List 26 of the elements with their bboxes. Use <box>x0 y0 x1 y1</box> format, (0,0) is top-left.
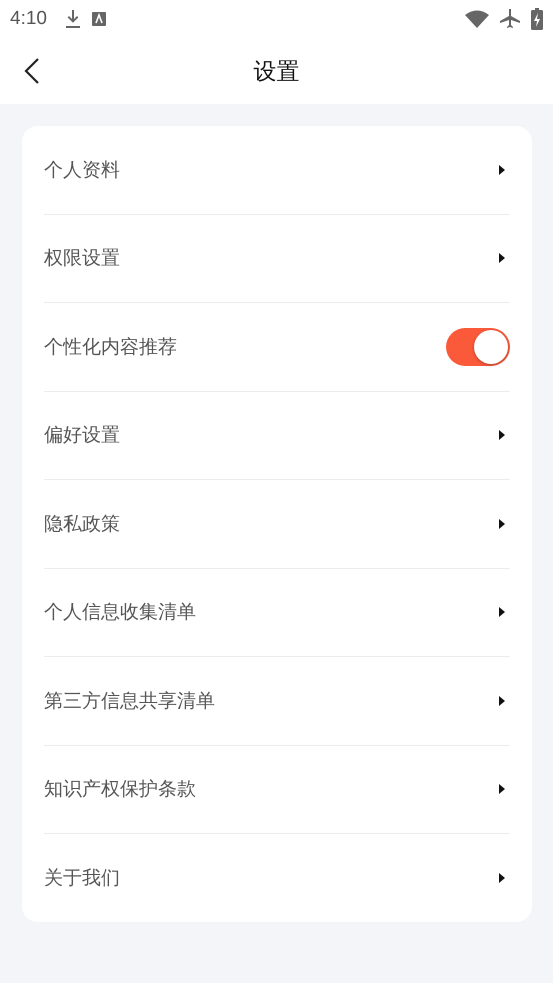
arrow-icon[interactable] <box>498 429 506 442</box>
app-icon <box>90 11 107 27</box>
arrow-icon[interactable] <box>498 872 506 884</box>
settings-item[interactable]: 第三方信息共享清单 <box>44 688 215 714</box>
settings-item[interactable]: 权限设置 <box>44 245 120 272</box>
arrow-icon[interactable] <box>498 606 506 618</box>
arrow-icon[interactable] <box>498 252 506 264</box>
settings-item[interactable]: 个性化内容推荐 <box>44 334 177 360</box>
toggle-switch[interactable] <box>446 328 510 366</box>
arrow-icon[interactable] <box>498 164 506 176</box>
airplane-icon <box>499 8 521 30</box>
settings-item[interactable]: 个人信息收集清单 <box>44 599 196 626</box>
settings-item[interactable]: 隐私政策 <box>44 510 120 537</box>
page-title: 设置 <box>254 58 300 86</box>
settings-item[interactable]: 知识产权保护条款 <box>44 776 196 802</box>
settings-item[interactable]: 关于我们 <box>44 864 120 891</box>
arrow-icon[interactable] <box>498 518 506 530</box>
download-icon <box>64 9 81 29</box>
wifi-icon <box>465 10 489 28</box>
battery-icon <box>531 8 543 30</box>
arrow-icon[interactable] <box>498 694 506 707</box>
back-icon[interactable] <box>22 57 42 85</box>
arrow-icon[interactable] <box>498 783 506 796</box>
status-time: 4:10 <box>10 8 47 30</box>
settings-item[interactable]: 个人资料 <box>44 156 120 183</box>
settings-item[interactable]: 偏好设置 <box>44 422 120 448</box>
